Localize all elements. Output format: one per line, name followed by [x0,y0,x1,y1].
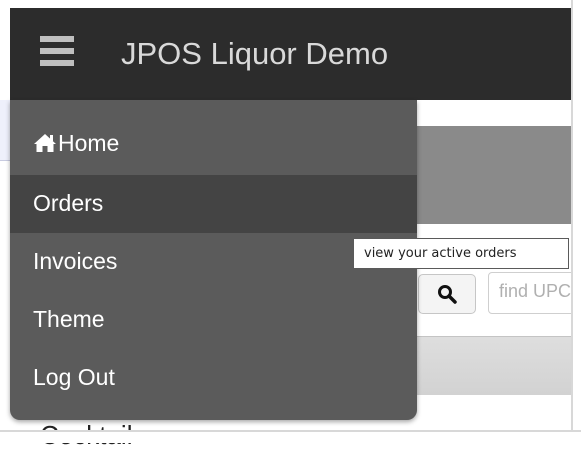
tooltip: view your active orders [353,238,569,269]
menu-item-logout[interactable]: Log Out [10,349,417,407]
menu-item-label: Invoices [33,248,118,274]
menu-item-label: Log Out [33,364,115,390]
right-border [571,0,581,441]
hamburger-icon[interactable] [40,36,74,66]
menu-item-orders[interactable]: Orders [10,175,417,233]
menu-item-label: Theme [33,306,105,332]
bottom-border [0,430,581,443]
menu-item-home[interactable]: Home [10,115,417,173]
search-button[interactable] [418,274,476,314]
menu-item-theme[interactable]: Theme [10,291,417,349]
search-icon [438,285,457,304]
search-input[interactable]: find UPC [488,272,578,314]
browser-frame: JPOS Liquor Demo find UPC Cocktail Home … [0,0,581,450]
home-icon [33,132,57,159]
menu-item-label: Home [58,130,120,156]
menu-item-label: Orders [33,190,104,216]
left-edge-strip [0,100,10,161]
app-title: JPOS Liquor Demo [121,36,389,71]
app-header: JPOS Liquor Demo [10,8,571,100]
